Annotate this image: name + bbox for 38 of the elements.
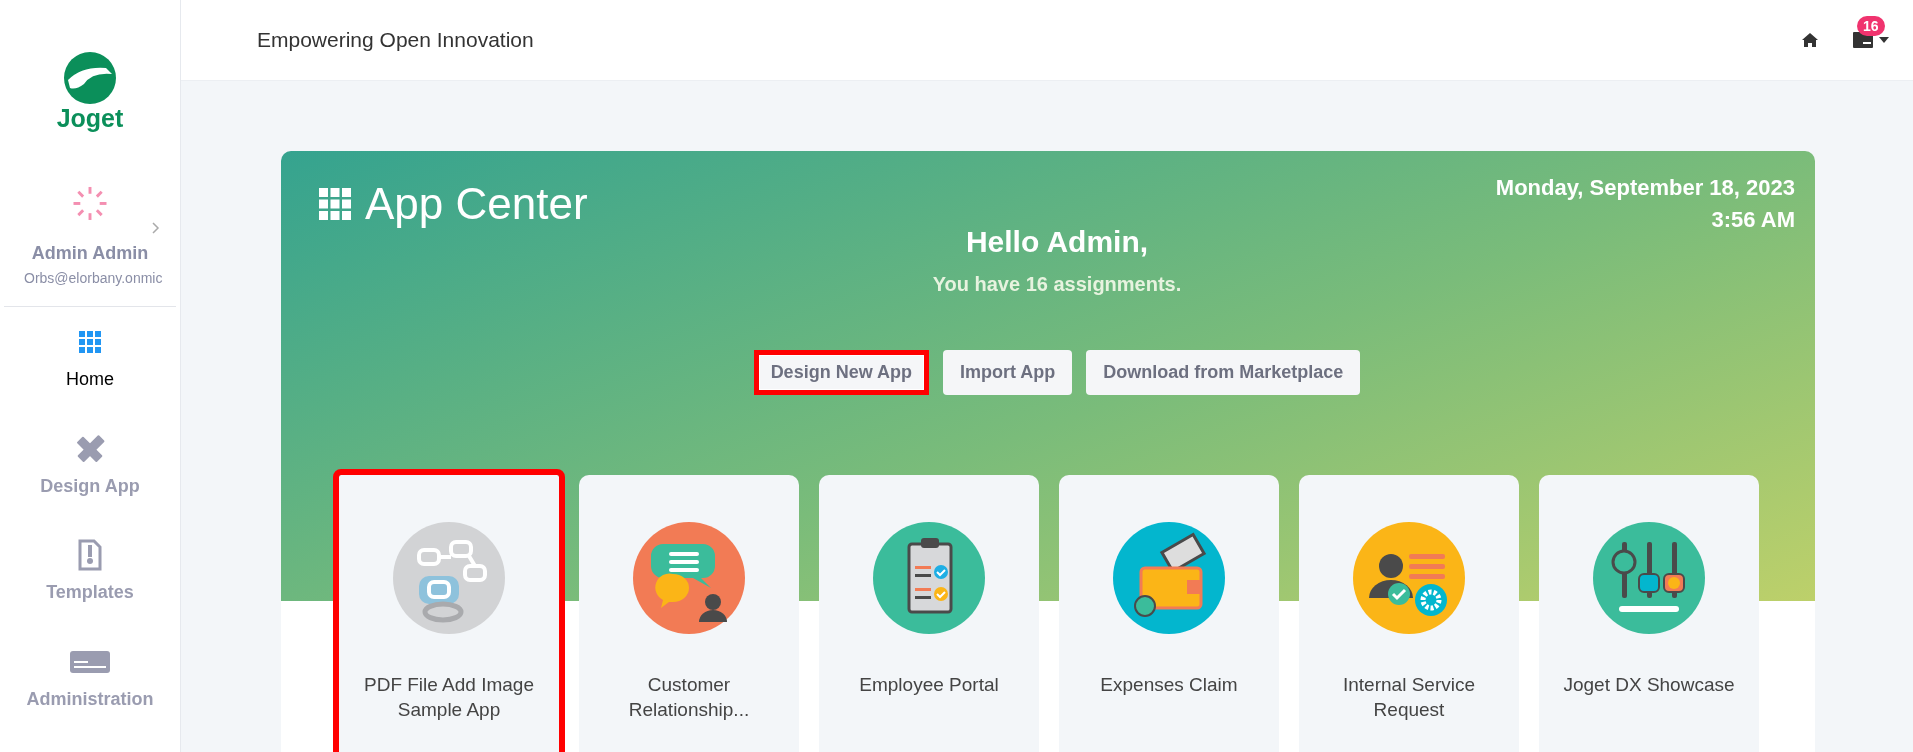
app-name: Internal Service Request — [1342, 673, 1476, 722]
app-card[interactable]: Internal Service Request — [1299, 475, 1519, 752]
grid-icon — [319, 188, 351, 220]
action-button[interactable]: Design New App — [753, 350, 929, 395]
page-title: Empowering Open Innovation — [257, 28, 535, 52]
app-card[interactable]: Expenses Claim — [1059, 475, 1279, 752]
app-center-title: App Center — [365, 179, 588, 229]
app-name: Employee Portal — [858, 673, 1000, 697]
app-name: Customer Relationship... — [627, 673, 751, 722]
person-gear-icon — [1353, 522, 1465, 634]
app-card[interactable]: Customer Relationship... — [579, 475, 799, 752]
app-card[interactable]: Joget DX Showcase — [1539, 475, 1759, 752]
connected-nodes-icon — [393, 522, 505, 634]
sidebar-item[interactable]: Home — [56, 324, 124, 432]
wallet-money-icon — [1113, 522, 1225, 634]
caret-icon[interactable] — [1879, 37, 1889, 43]
notification-badge: 16 — [1857, 16, 1885, 36]
id-card-icon — [70, 651, 110, 674]
action-button[interactable]: Download from Marketplace — [1086, 350, 1361, 395]
clipboard-checklist-icon — [873, 522, 985, 634]
app-name: PDF File Add Image Sample App — [363, 673, 535, 722]
grid-icon — [79, 330, 101, 353]
user-name: Admin Admin — [31, 242, 149, 264]
date-text: Monday, September 18, 2023 — [1495, 175, 1795, 201]
app-name: Joget DX Showcase — [1562, 673, 1736, 697]
chat-bubbles-person-icon — [633, 522, 745, 634]
app-card[interactable]: Employee Portal — [819, 475, 1039, 752]
action-button[interactable]: Import App — [943, 350, 1073, 395]
app-name: Expenses Claim — [1099, 673, 1239, 697]
home-icon[interactable] — [1801, 32, 1819, 48]
assignments-text: You have 16 assignments. — [931, 273, 1183, 296]
loading-spinner-icon — [72, 186, 108, 221]
logo-text: Joget — [56, 104, 124, 133]
sliders-showcase-icon — [1593, 522, 1705, 634]
user-email: Orbs@elorbany.onmic — [23, 269, 163, 286]
greeting-text: Hello Admin, — [964, 225, 1150, 259]
logo-icon — [62, 50, 118, 106]
time-text: 3:56 AM — [1711, 207, 1795, 233]
